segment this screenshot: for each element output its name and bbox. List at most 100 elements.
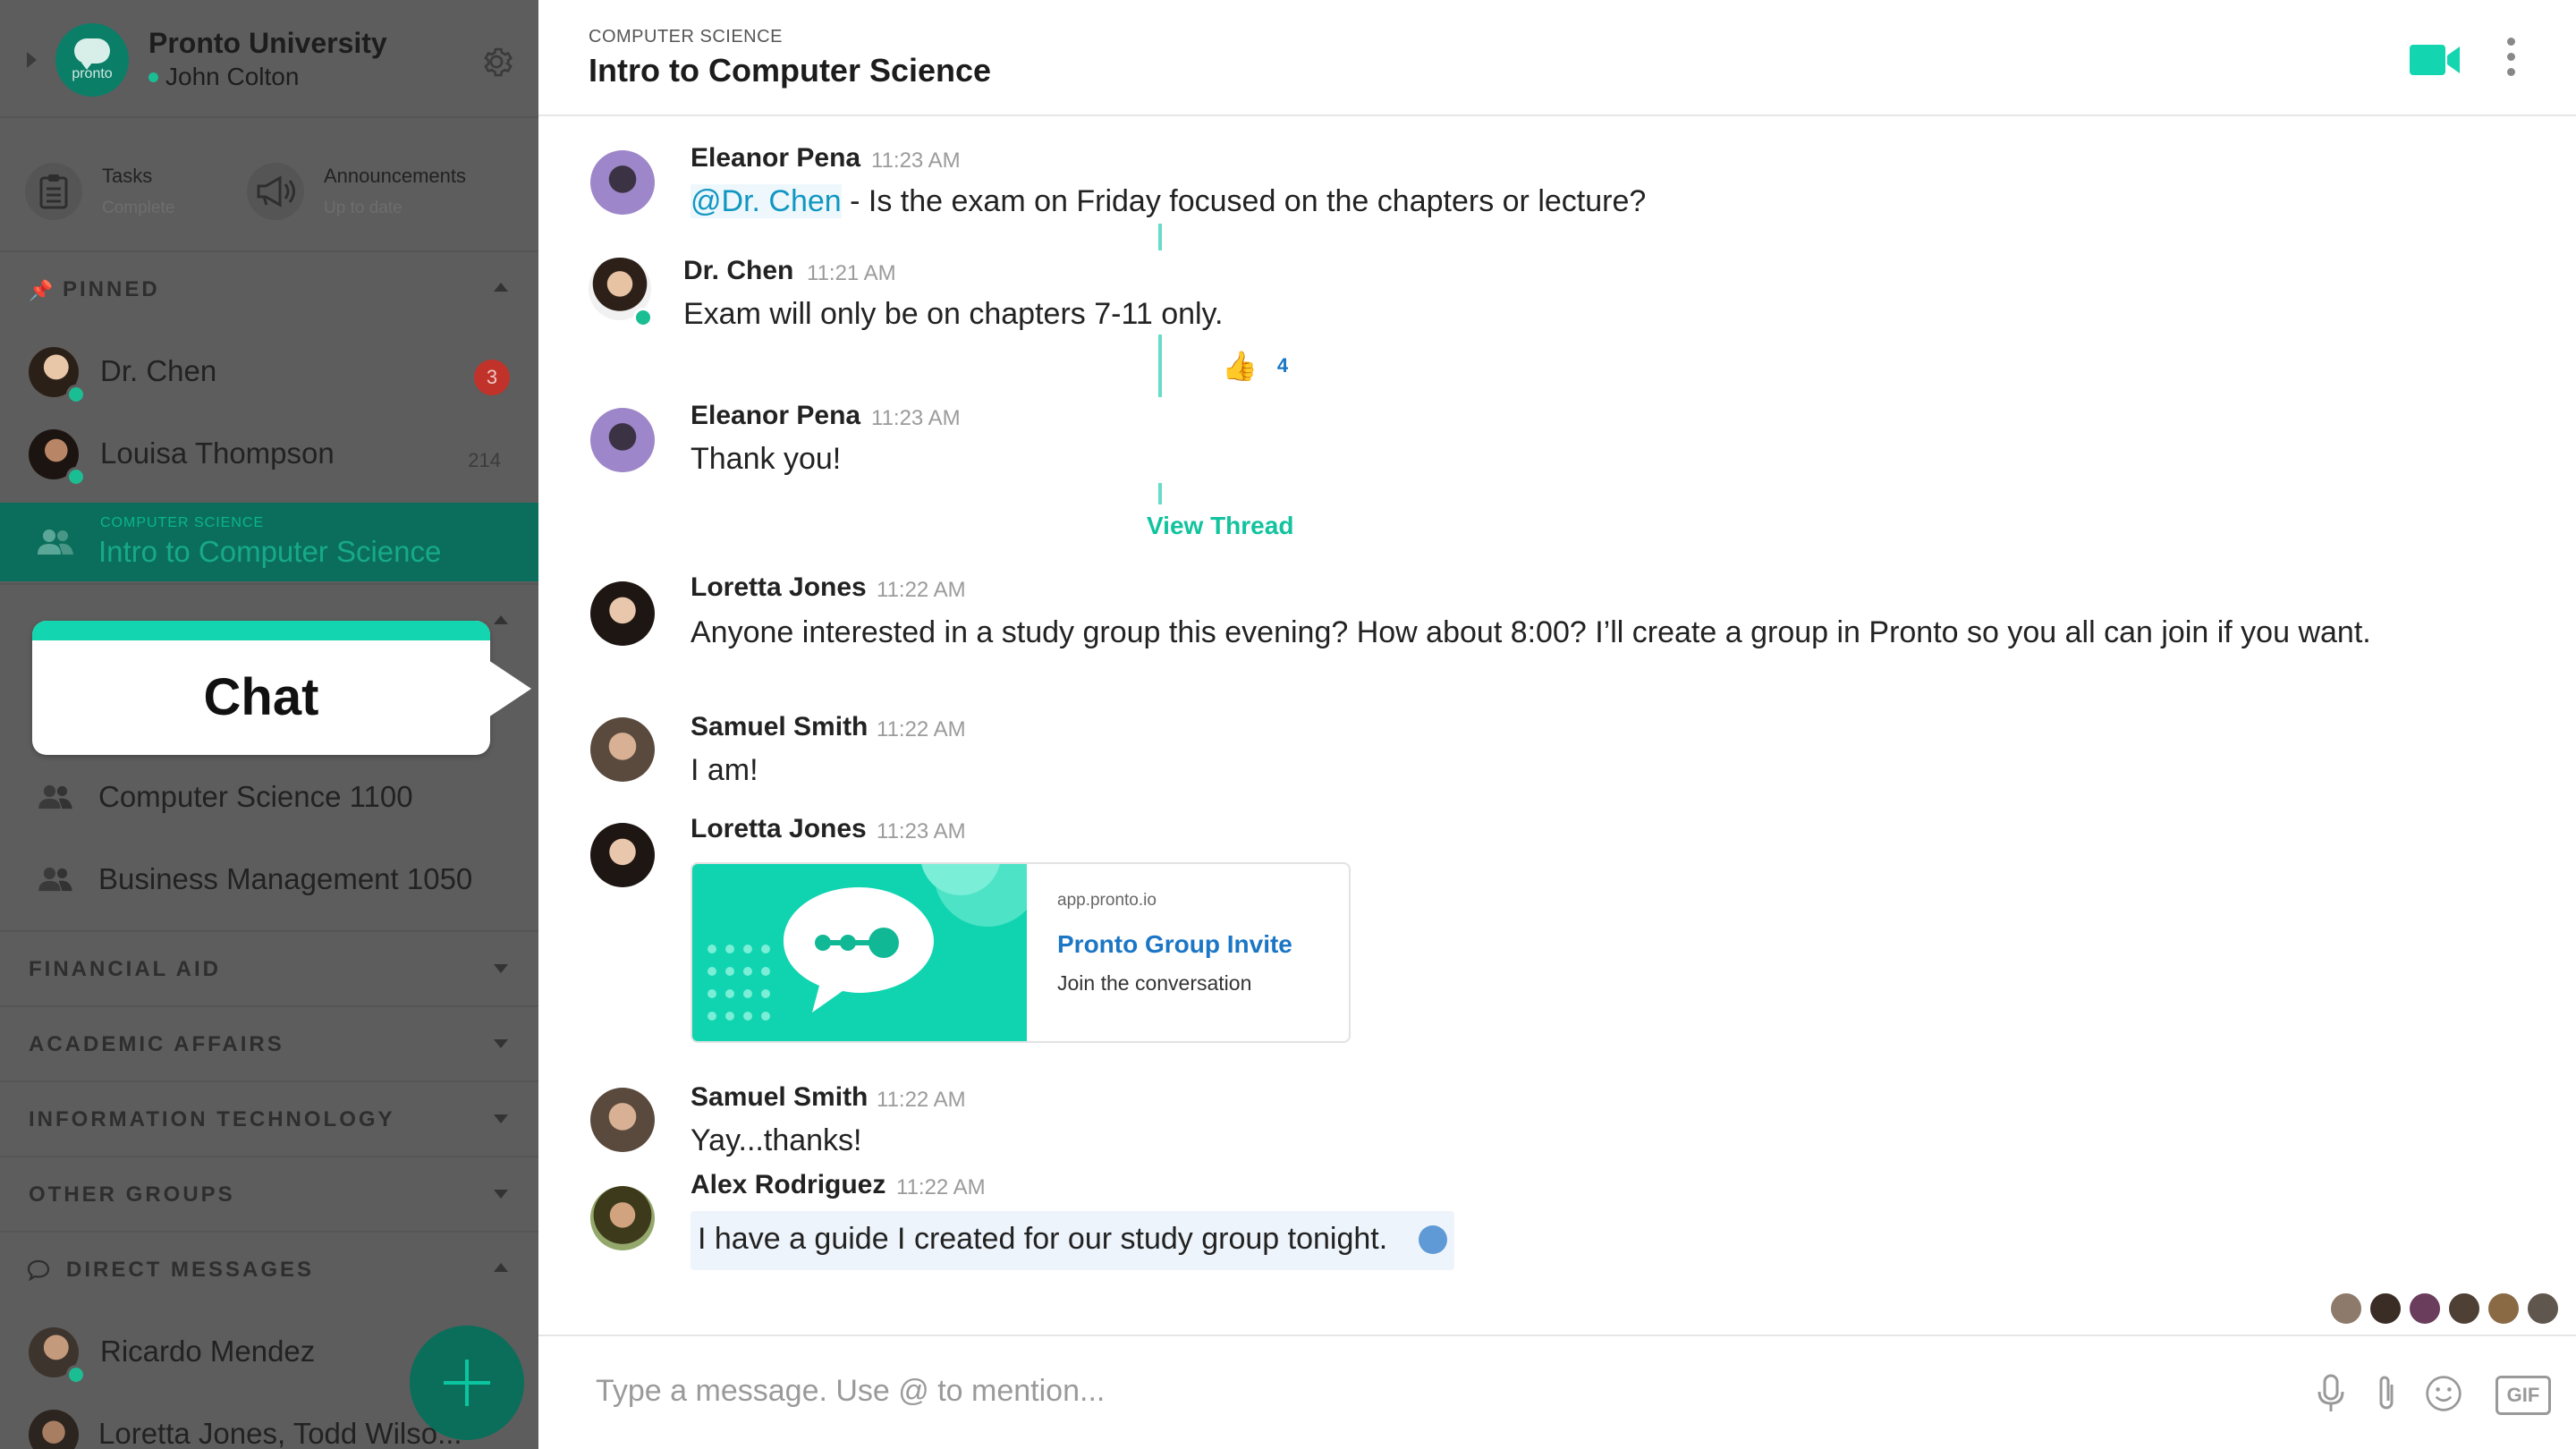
message-body: @Dr. Chen - Is the exam on Friday focuse… [691,184,1646,219]
pinned-item-name: Dr. Chen [100,354,217,387]
channel-title[interactable]: Intro to Computer Science [589,52,991,89]
read-receipts[interactable] [2324,1292,2560,1326]
section-label: ACADEMIC AFFAIRS [29,1032,284,1056]
reader-avatar [2408,1292,2442,1326]
message-text: Anyone interested in a study group this … [691,615,2371,649]
message-sender[interactable]: Eleanor Pena [691,143,860,174]
message-composer[interactable]: Type a message. Use @ to mention... GIF [538,1335,2576,1449]
tasks-title: Tasks [102,165,153,187]
avatar[interactable] [590,1186,655,1250]
thread-connector [1158,335,1162,397]
new-chat-button[interactable] [410,1326,524,1440]
link-title[interactable]: Pronto Group Invite [1057,930,1292,959]
section-label: OTHER GROUPS [29,1182,235,1207]
channel-header: COMPUTER SCIENCE Intro to Computer Scien… [538,0,2576,116]
pinned-item-name: Louisa Thompson [100,436,335,470]
online-status-dot [148,72,158,82]
section-academic-affairs[interactable]: ACADEMIC AFFAIRS [0,1005,538,1082]
message-text: Thank you! [691,442,842,476]
group-icon [38,784,72,809]
reader-avatar [2329,1292,2363,1326]
quick-tiles: Tasks Complete Announcements Up to date [0,118,538,261]
thread-connector [1158,483,1162,504]
pinned-item-louisa-thompson[interactable]: Louisa Thompson 214 [0,413,538,496]
message-sender[interactable]: Samuel Smith [691,1082,868,1113]
avatar[interactable] [590,823,655,887]
avatar[interactable] [590,717,655,782]
org-logo[interactable]: pronto [55,23,129,97]
expand-arrow-icon [494,1039,508,1048]
message-time: 11:22 AM [896,1175,986,1199]
tasks-status: Complete [102,199,175,217]
message-text: Yay...thanks! [691,1123,862,1157]
sidebar-item-intro-to-computer-science[interactable]: COMPUTER SCIENCE Intro to Computer Scien… [0,503,538,581]
thread-connector [1158,224,1162,250]
section-financial-aid[interactable]: FINANCIAL AID [0,930,538,1007]
avatar[interactable] [590,581,655,646]
collapse-caret-icon[interactable] [27,52,37,68]
megaphone-icon [247,163,304,220]
reader-avatar [2526,1292,2560,1326]
dm-item-name: Loretta Jones, Todd Wilso... [98,1417,462,1449]
online-status-dot [66,1365,86,1385]
mention-link[interactable]: @Dr. Chen [691,184,842,218]
globe-icon[interactable] [1419,1225,1447,1254]
sidebar-item-business-management-1050[interactable]: Business Management 1050 [0,839,538,921]
message-sender[interactable]: Loretta Jones [691,572,867,603]
online-status-dot [633,308,653,327]
sidebar-item-label: Business Management 1050 [98,862,473,895]
gear-icon[interactable] [478,43,515,80]
gif-button[interactable]: GIF [2496,1376,2551,1415]
more-vertical-icon[interactable] [2504,38,2517,84]
paperclip-icon[interactable] [2367,1372,2406,1415]
collapse-arrow-icon [494,283,508,292]
chat-bubble-icon [27,1259,50,1281]
message-count: 214 [468,449,501,471]
announcements-title: Announcements [324,165,466,187]
message-text: I have a guide I created for our study g… [698,1222,1388,1256]
section-information-technology[interactable]: INFORMATION TECHNOLOGY [0,1080,538,1157]
collapse-arrow-icon [494,615,508,624]
thumbs-up-icon: 👍 [1222,350,1258,382]
message-time: 11:23 AM [871,148,961,173]
section-label: FINANCIAL AID [29,957,221,981]
message-sender[interactable]: Dr. Chen [683,256,793,286]
emoji-icon[interactable] [2424,1372,2463,1415]
section-pinned-label: PINNED [63,277,160,301]
current-user[interactable]: John Colton [148,63,299,91]
avatar[interactable] [590,150,655,215]
section-pinned[interactable]: 📌 PINNED [0,250,538,327]
announcements-tile[interactable]: Announcements Up to date [247,156,466,227]
section-direct-messages[interactable]: DIRECT MESSAGES [0,1231,538,1308]
message-sender[interactable]: Alex Rodriguez [691,1170,886,1200]
online-status-dot [66,467,86,487]
microphone-icon[interactable] [2311,1372,2351,1415]
pinned-item-dr-chen[interactable]: Dr. Chen 3 [0,331,538,413]
link-domain: app.pronto.io [1057,891,1157,910]
chat-tooltip: Chat [32,621,531,755]
reaction-chip[interactable]: 👍 4 [1222,349,1288,383]
active-channel-category: COMPUTER SCIENCE [100,515,265,530]
unread-badge: 3 [474,360,510,395]
message-sender[interactable]: Eleanor Pena [691,401,860,431]
message-sender[interactable]: Samuel Smith [691,712,868,742]
sidebar-item-computer-science-1100[interactable]: Computer Science 1100 [0,757,538,839]
tasks-tile[interactable]: Tasks Complete [25,156,174,227]
message-text: Exam will only be on chapters 7-11 only. [683,297,1224,331]
avatar[interactable] [590,408,655,472]
link-preview-card[interactable]: app.pronto.io Pronto Group Invite Join t… [691,862,1351,1043]
message-sender[interactable]: Loretta Jones [691,814,867,844]
avatar[interactable] [590,1088,655,1152]
reader-avatar [2487,1292,2521,1326]
expand-arrow-icon [494,1114,508,1123]
expand-arrow-icon [494,1190,508,1199]
org-name[interactable]: Pronto University [148,27,387,60]
section-other-groups[interactable]: OTHER GROUPS [0,1156,538,1233]
message-time: 11:23 AM [877,819,966,843]
message-text: I am! [691,753,758,787]
message-input[interactable]: Type a message. Use @ to mention... [596,1374,1105,1409]
message-time: 11:22 AM [877,1088,966,1112]
video-icon[interactable] [2410,43,2462,77]
tooltip-text: Chat [203,668,319,726]
view-thread-link[interactable]: View Thread [1147,512,1293,540]
